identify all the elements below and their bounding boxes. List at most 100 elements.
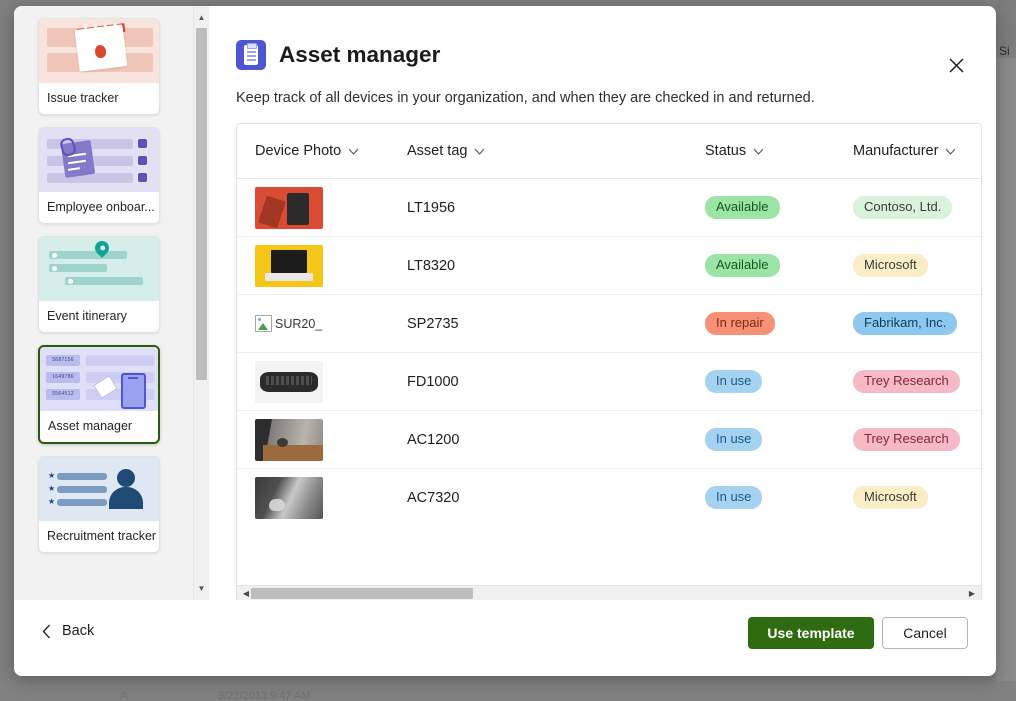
close-icon (948, 57, 964, 73)
cell-asset-tag: LT8320 (389, 236, 687, 295)
person-icon (117, 469, 135, 487)
table-header-row: Device Photo Asset tag Status Manufactur… (237, 124, 981, 179)
cancel-button[interactable]: Cancel (882, 617, 968, 649)
chevron-down-icon (348, 148, 359, 155)
manufacturer-badge: Trey Research (853, 369, 960, 394)
screen: Si A 9/22/2013 9:47 AM Issue tracker Emp… (0, 0, 1016, 701)
background-right-label: Si (999, 44, 1010, 58)
asset-tag-sample: 5687156 (46, 355, 80, 366)
scrollbar-thumb[interactable] (251, 588, 473, 599)
cell-device-photo (237, 469, 389, 527)
column-label: Asset tag (407, 143, 468, 159)
recruitment-tracker-thumbnail: ★ ★ ★ (39, 457, 159, 521)
template-list-inner: Issue tracker Employee onboar... Event i… (14, 6, 179, 553)
chevron-down-icon (945, 148, 956, 155)
background-right-band (996, 58, 1016, 701)
table-row[interactable]: SUR20_P SP2735 In repair Fabrikam, Inc. (237, 294, 981, 353)
cell-asset-tag: AC1200 (389, 410, 687, 469)
device-photo-thumbnail (255, 476, 323, 519)
phone-icon (121, 373, 146, 409)
column-header-manufacturer[interactable]: Manufacturer (835, 124, 981, 179)
table-row[interactable]: LT1956 Available Contoso, Ltd. (237, 178, 981, 237)
cell-status: In repair (687, 294, 835, 353)
manufacturer-badge: Contoso, Ltd. (853, 195, 953, 220)
sidebar-item-label: Asset manager (48, 419, 133, 433)
sidebar-item-label: Employee onboar... (47, 200, 155, 214)
cell-device-photo (237, 178, 389, 237)
cell-manufacturer: Contoso, Ltd. (835, 178, 981, 237)
scrollbar-thumb[interactable] (196, 28, 207, 380)
cell-status: Available (687, 236, 835, 295)
table-body: LT1956 Available Contoso, Ltd. LT8320 Availa… (237, 178, 981, 527)
chevron-down-icon (753, 148, 764, 155)
template-preview-table: Device Photo Asset tag Status Manufactur… (236, 123, 982, 603)
back-button[interactable]: Back (42, 623, 94, 639)
sidebar-item-label: Event itinerary (47, 309, 127, 323)
cell-device-photo (237, 236, 389, 295)
manufacturer-badge: Trey Research (853, 427, 960, 452)
device-photo-thumbnail (255, 186, 323, 229)
back-label: Back (62, 623, 95, 639)
cell-status: In use (687, 352, 835, 411)
close-button[interactable] (940, 49, 972, 81)
background-bottom-strip (0, 681, 1016, 701)
dialog-subtitle: Keep track of all devices in your organi… (236, 90, 815, 106)
table-row[interactable]: AC1200 In use Trey Research (237, 410, 981, 469)
sidebar-item-employee-onboarding[interactable]: Employee onboar... (38, 127, 160, 224)
cell-device-photo (237, 352, 389, 411)
table-row[interactable]: AC7320 In use Microsoft (237, 469, 981, 527)
manufacturer-badge: Microsoft (853, 485, 928, 510)
template-picker-dialog: Issue tracker Employee onboar... Event i… (14, 6, 996, 676)
event-itinerary-thumbnail (39, 237, 159, 301)
dialog-footer: Back Use template Cancel (14, 600, 996, 676)
scroll-up-icon[interactable]: ▲ (194, 10, 209, 25)
table-row[interactable]: FD1000 In use Trey Research (237, 352, 981, 411)
column-header-asset-tag[interactable]: Asset tag (389, 124, 687, 179)
column-label: Device Photo (255, 143, 342, 159)
background-bottom-date: 9/22/2013 9:47 AM (218, 690, 311, 701)
manufacturer-badge: Microsoft (853, 253, 928, 278)
sidebar-item-issue-tracker[interactable]: Issue tracker (38, 18, 160, 115)
asset-table: Device Photo Asset tag Status Manufactur… (237, 124, 981, 526)
chevron-left-icon (42, 624, 50, 638)
sidebar-item-label: Issue tracker (47, 91, 119, 105)
status-badge: In use (705, 427, 763, 452)
broken-image-placeholder: SUR20_P (255, 315, 323, 332)
cell-manufacturer: Fabrikam, Inc. (835, 294, 981, 353)
asset-tag-sample: 1649786 (46, 372, 80, 383)
status-badge: Available (705, 195, 780, 220)
column-label: Manufacturer (853, 143, 939, 159)
clipboard-icon (236, 40, 266, 70)
column-header-status[interactable]: Status (687, 124, 835, 179)
column-header-device-photo[interactable]: Device Photo (237, 124, 389, 179)
sidebar-item-asset-manager[interactable]: 5687156 1649786 5564512 Asset manager (38, 345, 160, 444)
asset-tag-sample: 5564512 (46, 389, 80, 400)
sidebar-item-label: Recruitment tracker (47, 529, 157, 543)
use-template-button[interactable]: Use template (748, 617, 874, 649)
status-badge: In use (705, 369, 763, 394)
cell-manufacturer: Trey Research (835, 410, 981, 469)
cell-asset-tag: FD1000 (389, 352, 687, 411)
scroll-right-icon[interactable]: ▶ (965, 586, 979, 601)
asset-manager-thumbnail: 5687156 1649786 5564512 (40, 347, 158, 411)
status-badge: In repair (705, 311, 775, 336)
sidebar-item-event-itinerary[interactable]: Event itinerary (38, 236, 160, 333)
cell-device-photo (237, 410, 389, 469)
background-bottom-secondary: A (120, 690, 128, 701)
cell-manufacturer: Microsoft (835, 236, 981, 295)
scroll-down-icon[interactable]: ▼ (194, 581, 209, 596)
sidebar-item-recruitment-tracker[interactable]: ★ ★ ★ Recruitment tracker (38, 456, 160, 553)
template-list-scrollbar[interactable]: ▲ ▼ (193, 6, 209, 600)
device-photo-thumbnail (255, 244, 323, 287)
page-title: Asset manager (279, 42, 441, 67)
table-row[interactable]: LT8320 Available Microsoft (237, 236, 981, 295)
dialog-header: Asset manager (236, 40, 440, 70)
template-list: Issue tracker Employee onboar... Event i… (14, 6, 193, 600)
cell-asset-tag: SP2735 (389, 294, 687, 353)
cell-manufacturer: Microsoft (835, 469, 981, 527)
employee-onboarding-thumbnail (39, 128, 159, 192)
cell-status: In use (687, 410, 835, 469)
image-alt-text: SUR20_P (275, 316, 323, 331)
cell-asset-tag: LT1956 (389, 178, 687, 237)
cell-manufacturer: Trey Research (835, 352, 981, 411)
